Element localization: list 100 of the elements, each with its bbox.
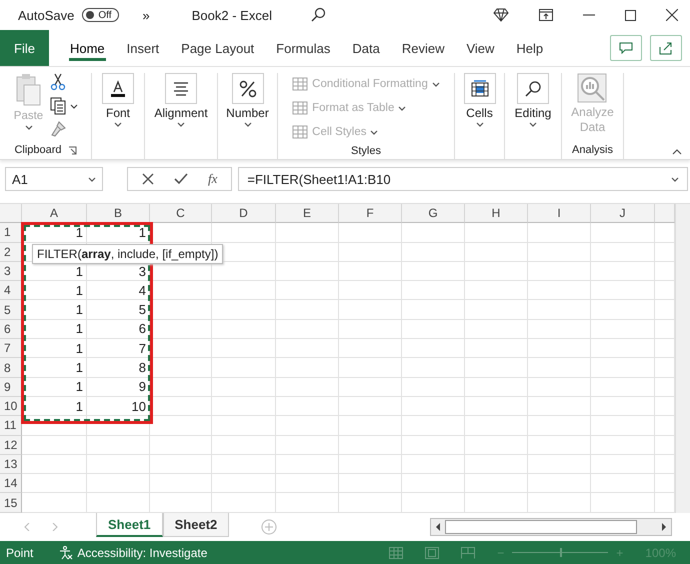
- table-cell[interactable]: [465, 378, 528, 397]
- table-cell[interactable]: 4: [87, 281, 150, 300]
- column-header[interactable]: G: [402, 204, 465, 224]
- table-cell[interactable]: 1: [22, 223, 87, 243]
- page-layout-view-icon[interactable]: [425, 546, 440, 558]
- table-cell[interactable]: [150, 416, 212, 436]
- table-cell[interactable]: [402, 436, 465, 455]
- table-cell[interactable]: [212, 454, 276, 474]
- table-cell[interactable]: [591, 242, 655, 262]
- table-cell[interactable]: [402, 262, 465, 282]
- row-header[interactable]: 15: [0, 493, 22, 513]
- table-cell[interactable]: [339, 339, 402, 358]
- table-cell[interactable]: [212, 436, 276, 455]
- row-header[interactable]: 6: [0, 320, 22, 340]
- table-cell[interactable]: [402, 396, 465, 416]
- table-cell[interactable]: [212, 378, 276, 397]
- table-cell[interactable]: [212, 223, 276, 243]
- table-cell[interactable]: [591, 223, 655, 243]
- table-cell[interactable]: [528, 223, 591, 243]
- table-cell[interactable]: [212, 320, 276, 340]
- table-cell[interactable]: [591, 378, 655, 397]
- table-cell[interactable]: [339, 378, 402, 397]
- table-cell[interactable]: [276, 281, 339, 300]
- vertical-scrollbar[interactable]: [675, 204, 690, 514]
- table-cell[interactable]: [402, 358, 465, 378]
- accessibility-icon[interactable]: [59, 546, 74, 560]
- table-cell[interactable]: [150, 223, 212, 243]
- table-cell[interactable]: 1: [22, 339, 87, 358]
- table-cell[interactable]: [150, 300, 212, 320]
- table-cell[interactable]: [402, 416, 465, 436]
- table-cell[interactable]: [276, 474, 339, 494]
- formula-field[interactable]: =FILTER(Sheet1!A1:B10: [238, 167, 688, 191]
- table-cell[interactable]: [150, 474, 212, 494]
- table-cell[interactable]: [591, 320, 655, 340]
- row-header[interactable]: 10: [0, 396, 22, 416]
- table-cell[interactable]: [465, 396, 528, 416]
- table-cell[interactable]: [591, 300, 655, 320]
- diamond-icon[interactable]: [493, 8, 509, 22]
- row-header[interactable]: 7: [0, 339, 22, 358]
- table-cell[interactable]: [591, 474, 655, 494]
- table-cell[interactable]: [528, 454, 591, 474]
- table-cell[interactable]: [87, 436, 150, 455]
- table-cell[interactable]: 8: [87, 358, 150, 378]
- table-cell[interactable]: [528, 474, 591, 494]
- table-cell[interactable]: [212, 300, 276, 320]
- cut-icon[interactable]: [50, 73, 66, 91]
- name-box[interactable]: A1: [5, 167, 103, 191]
- table-cell[interactable]: [276, 396, 339, 416]
- table-cell[interactable]: [22, 474, 87, 494]
- ribbon-display-icon[interactable]: [539, 9, 553, 21]
- table-cell[interactable]: [339, 223, 402, 243]
- ribbon-tab[interactable]: View: [455, 30, 506, 66]
- table-cell[interactable]: [276, 320, 339, 340]
- table-cell[interactable]: [528, 378, 591, 397]
- horizontal-scrollbar[interactable]: [430, 518, 672, 536]
- table-cell[interactable]: [402, 223, 465, 243]
- row-header[interactable]: 4: [0, 281, 22, 300]
- table-cell[interactable]: 1: [22, 320, 87, 340]
- column-header[interactable]: C: [150, 204, 212, 224]
- table-cell[interactable]: [212, 416, 276, 436]
- accessibility-status[interactable]: Accessibility: Investigate: [77, 546, 208, 560]
- table-cell[interactable]: [402, 281, 465, 300]
- scroll-thumb[interactable]: [445, 520, 637, 534]
- table-cell[interactable]: [339, 436, 402, 455]
- table-cell[interactable]: 1: [22, 396, 87, 416]
- table-cell[interactable]: [465, 242, 528, 262]
- table-cell[interactable]: [276, 358, 339, 378]
- ribbon-button[interactable]: Editing: [512, 73, 554, 127]
- normal-view-icon[interactable]: [389, 546, 404, 558]
- table-cell[interactable]: [150, 281, 212, 300]
- next-sheet-icon[interactable]: [52, 523, 58, 531]
- table-cell[interactable]: [150, 320, 212, 340]
- table-cell[interactable]: [465, 281, 528, 300]
- ribbon-tab[interactable]: Formulas: [265, 30, 342, 66]
- table-cell[interactable]: [22, 436, 87, 455]
- table-cell[interactable]: [402, 378, 465, 397]
- row-header[interactable]: 2: [0, 242, 22, 262]
- table-cell[interactable]: [591, 416, 655, 436]
- row-header[interactable]: 11: [0, 416, 22, 436]
- table-cell[interactable]: [591, 281, 655, 300]
- table-cell[interactable]: [591, 454, 655, 474]
- table-cell[interactable]: 1: [87, 223, 150, 243]
- ribbon-button[interactable]: Number: [224, 73, 271, 127]
- minimize-icon[interactable]: [583, 14, 595, 16]
- table-cell[interactable]: [402, 242, 465, 262]
- column-header[interactable]: J: [591, 204, 655, 224]
- table-cell[interactable]: [339, 262, 402, 282]
- table-cell[interactable]: [528, 262, 591, 282]
- table-cell[interactable]: [212, 358, 276, 378]
- autosave-toggle[interactable]: Off: [82, 8, 119, 22]
- collapse-ribbon-icon[interactable]: [672, 149, 682, 155]
- table-cell[interactable]: [339, 300, 402, 320]
- table-cell[interactable]: 10: [87, 396, 150, 416]
- table-cell[interactable]: [528, 320, 591, 340]
- column-header[interactable]: B: [87, 204, 150, 224]
- table-cell[interactable]: [22, 416, 87, 436]
- table-cell[interactable]: [276, 436, 339, 455]
- ribbon-tab[interactable]: Insert: [116, 30, 170, 66]
- table-cell[interactable]: [465, 454, 528, 474]
- table-cell[interactable]: [276, 223, 339, 243]
